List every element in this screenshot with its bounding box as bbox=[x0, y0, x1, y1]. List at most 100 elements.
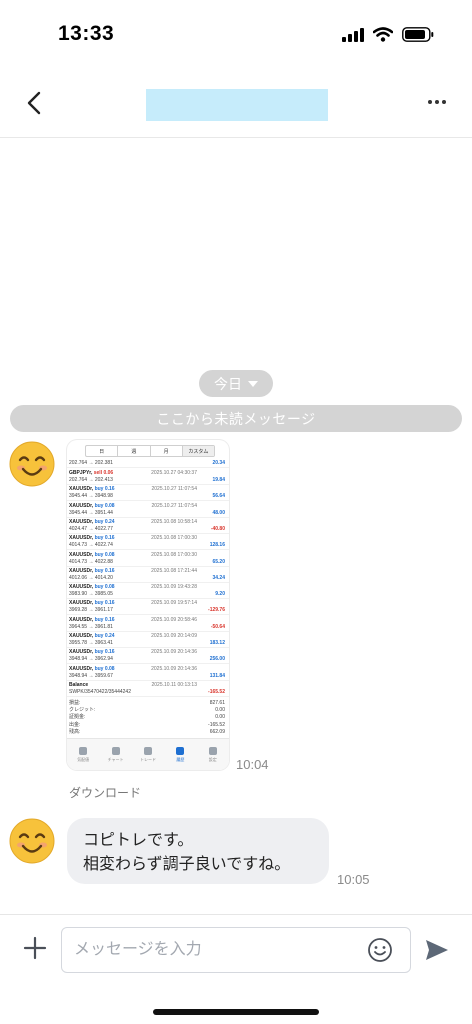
date-chip[interactable]: 今日 bbox=[199, 370, 273, 397]
deal-direction: buy 0.16 bbox=[94, 567, 115, 574]
history-tab: カスタム bbox=[182, 446, 214, 456]
deal-symbol: XAUUSDr, buy 0.16 bbox=[69, 649, 115, 656]
deal-datetime: 2025.10.08 17:00:30 bbox=[151, 535, 197, 542]
deal-datetime: 2025.10.09 20:14:09 bbox=[151, 633, 197, 639]
battery-icon bbox=[402, 27, 434, 42]
deal-prices: 3945.44 → 3948.98 bbox=[69, 493, 113, 500]
summary-row: クレジット: 0.00 bbox=[67, 707, 229, 714]
message-composer bbox=[0, 914, 472, 1024]
summary-label: 出金: bbox=[69, 721, 81, 728]
deal-profit: 128.16 bbox=[209, 542, 225, 549]
nav-item: トレード bbox=[136, 746, 160, 763]
deal-symbol-name: XAUUSDr, bbox=[69, 649, 94, 656]
deal-row: XAUUSDr, buy 0.08 3983.90 → 3985.05 2025.1… bbox=[67, 583, 229, 600]
history-tab: 日 bbox=[86, 446, 119, 456]
deal-datetime: 2025.10.27 11:07:54 bbox=[151, 502, 197, 509]
summary-value: -165.52 bbox=[208, 721, 225, 728]
deal-symbol-name: XAUUSDr, bbox=[69, 665, 94, 672]
deal-profit: 256.00 bbox=[209, 656, 225, 663]
history-tab: 週 bbox=[118, 446, 151, 456]
deal-symbol-name: XAUUSDr, bbox=[69, 502, 94, 509]
summary-value: 0.00 bbox=[215, 707, 225, 714]
deal-direction: buy 0.16 bbox=[94, 649, 115, 656]
deal-row: XAUUSDr, buy 0.24 4024.47 → 4022.77 2025.1… bbox=[67, 518, 229, 534]
deal-row: XAUUSDr, buy 0.08 3948.94 → 3959.67 2025.1… bbox=[67, 665, 229, 681]
deal-prices: 202.764 → 202.381 bbox=[69, 460, 113, 466]
nav-item: 設定 bbox=[201, 746, 225, 763]
deal-direction: buy 0.24 bbox=[94, 518, 115, 525]
deal-datetime: 2025.10.08 17:00:30 bbox=[151, 551, 197, 558]
deal-prices: 4024.47 → 4022.77 bbox=[69, 525, 113, 532]
balance-datetime: 2025.10.11 00:13:13 bbox=[151, 682, 197, 688]
avatar[interactable] bbox=[9, 441, 55, 487]
more-options-button[interactable] bbox=[422, 92, 452, 112]
caret-down-icon bbox=[248, 380, 258, 387]
summary-value: 0.00 bbox=[215, 714, 225, 721]
nav-label: 設定 bbox=[208, 756, 217, 762]
deal-symbol: XAUUSDr, buy 0.16 bbox=[69, 600, 115, 607]
deal-symbol: XAUUSDr, buy 0.08 bbox=[69, 666, 115, 673]
history-tabs: 日 週 月 カスタム bbox=[85, 445, 215, 457]
plus-icon[interactable] bbox=[22, 935, 48, 961]
deal-profit: 56.64 bbox=[212, 493, 225, 500]
deal-prices: 3945.44 → 3951.44 bbox=[69, 509, 113, 516]
deal-symbol-name: XAUUSDr, bbox=[69, 518, 94, 525]
deal-prices: 4014.73 → 4022.74 bbox=[69, 542, 113, 549]
deal-symbol-name: XAUUSDr, bbox=[69, 616, 94, 623]
deal-profit: -129.76 bbox=[208, 607, 225, 614]
more-dot-icon bbox=[442, 100, 446, 104]
deal-symbol: XAUUSDr, buy 0.16 bbox=[69, 535, 115, 542]
emoji-icon[interactable] bbox=[367, 937, 393, 963]
deal-datetime: 2025.10.09 20:14:36 bbox=[151, 649, 197, 656]
settings-icon bbox=[208, 746, 217, 755]
deal-datetime: 2025.10.09 20:14:36 bbox=[151, 665, 197, 672]
unread-divider: ここから未読メッセージ bbox=[10, 405, 462, 432]
balance-value: -165.52 bbox=[208, 689, 225, 695]
nav-item: チャート bbox=[104, 746, 128, 763]
text-message-bubble[interactable]: コピトレです。 相変わらず調子良いですね。 bbox=[67, 818, 329, 884]
summary-label: 損益: bbox=[69, 700, 81, 706]
nav-label: チャート bbox=[107, 756, 124, 762]
summary-row: 損益: 827.61 bbox=[67, 700, 229, 707]
summary-value: 662.09 bbox=[209, 728, 225, 735]
deal-direction: buy 0.08 bbox=[94, 665, 115, 672]
deal-profit: 65.20 bbox=[212, 558, 225, 565]
avatar[interactable] bbox=[9, 818, 55, 864]
image-message[interactable]: 日 週 月 カスタム 202.764 → 202.381 20.34 GBPJP… bbox=[67, 440, 229, 770]
deal-direction: buy 0.24 bbox=[94, 633, 115, 639]
message-input[interactable] bbox=[61, 927, 411, 973]
deal-profit: 48.00 bbox=[212, 509, 225, 516]
deal-datetime: 2025.10.27 04:30:37 bbox=[151, 470, 197, 476]
deal-row: GBPJPYr, sell 0.06 202.764 → 202.413 2025.… bbox=[67, 469, 229, 485]
deal-prices: 4014.73 → 4022.88 bbox=[69, 558, 113, 565]
status-bar: 13:33 bbox=[0, 0, 472, 70]
deal-row: XAUUSDr, buy 0.16 3948.94 → 3962.94 2025.1… bbox=[67, 648, 229, 665]
deal-symbol: XAUUSDr, buy 0.08 bbox=[69, 552, 115, 559]
deal-profit: 20.34 bbox=[212, 460, 225, 466]
deal-direction: buy 0.16 bbox=[94, 616, 115, 623]
deal-datetime: 2025.10.09 19:57:14 bbox=[151, 600, 197, 607]
more-dot-icon bbox=[428, 100, 432, 104]
nav-label: トレード bbox=[139, 756, 156, 762]
deal-profit: 183.12 bbox=[209, 640, 225, 646]
deal-direction: buy 0.08 bbox=[94, 551, 115, 558]
deal-symbol: GBPJPYr, sell 0.06 bbox=[69, 470, 113, 477]
deal-symbol: XAUUSDr, buy 0.24 bbox=[69, 633, 115, 640]
deal-prices: 4012.06 → 4014.20 bbox=[69, 574, 113, 581]
deal-direction: sell 0.06 bbox=[93, 470, 114, 476]
message-time: 10:05 bbox=[337, 872, 370, 887]
deal-datetime: 2025.10.08 17:21:44 bbox=[151, 567, 197, 574]
chat-title bbox=[146, 89, 328, 121]
deal-symbol-name: XAUUSDr, bbox=[69, 551, 94, 558]
back-button[interactable] bbox=[20, 88, 48, 118]
deal-symbol: XAUUSDr, buy 0.24 bbox=[69, 519, 115, 526]
send-icon[interactable] bbox=[423, 936, 451, 964]
trade-icon bbox=[143, 746, 152, 755]
deal-row: XAUUSDr, buy 0.08 3945.44 → 3951.44 2025.1… bbox=[67, 502, 229, 518]
message-time: 10:04 bbox=[236, 757, 269, 772]
nav-item: 気配値 bbox=[71, 746, 95, 763]
download-link[interactable]: ダウンロード bbox=[69, 784, 141, 801]
balance-id: SWPK/35470422/35444242 bbox=[69, 689, 131, 695]
deal-profit: 34.24 bbox=[212, 574, 225, 581]
deal-row: XAUUSDr, buy 0.24 3955.78 → 3963.41 2025.1… bbox=[67, 632, 229, 648]
